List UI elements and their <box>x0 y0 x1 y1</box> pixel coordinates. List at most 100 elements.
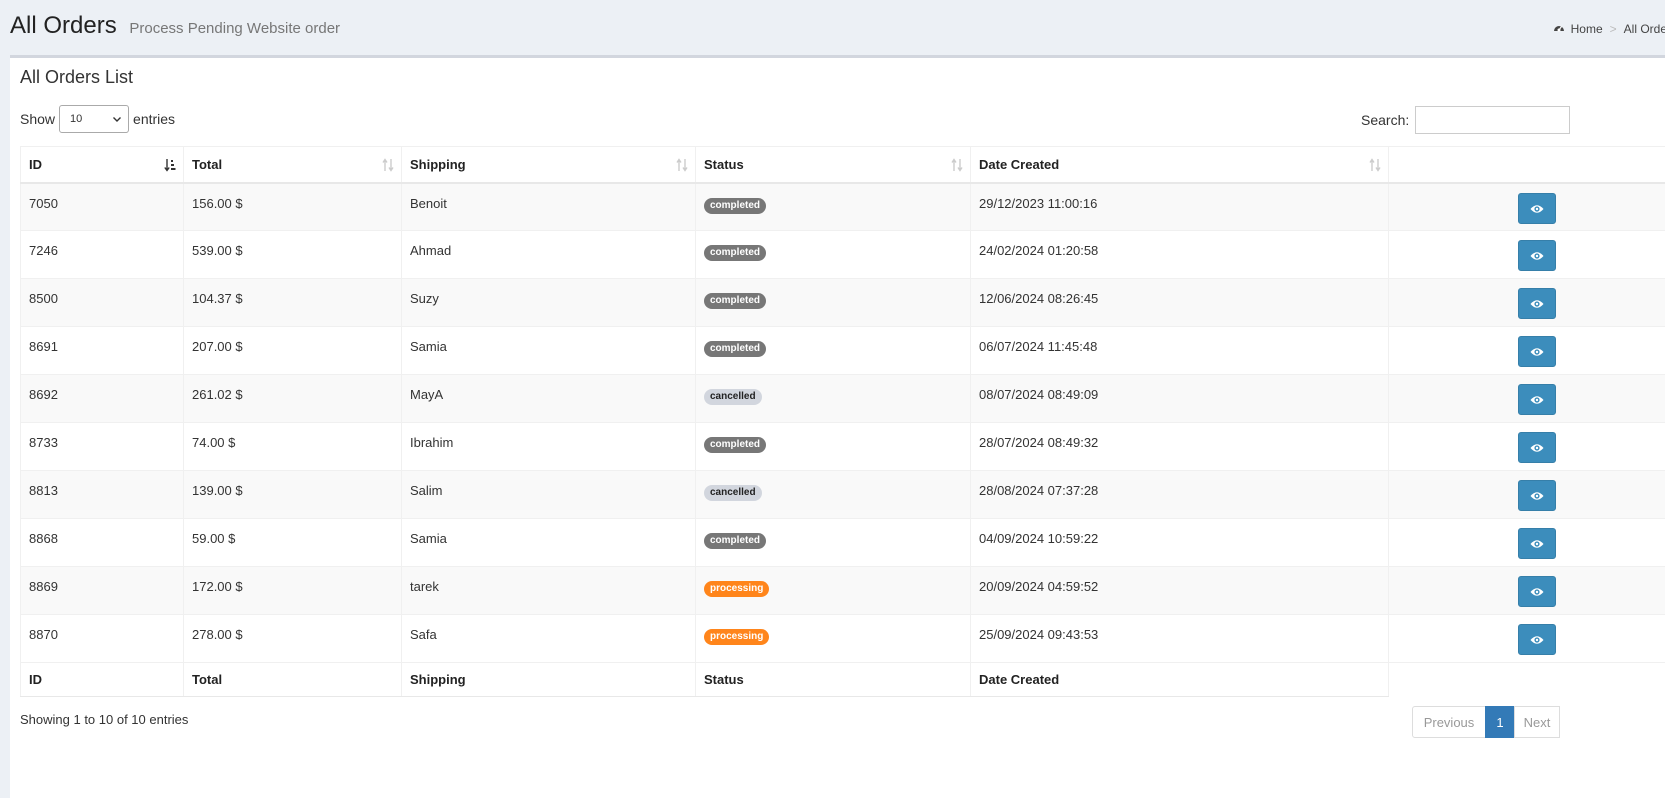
eye-icon <box>1530 588 1544 596</box>
page-title: All Orders Process Pending Website order <box>10 12 340 40</box>
cell-date-created: 08/07/2024 08:49:09 <box>970 374 1389 423</box>
table-row: 8868 59.00 $ Samia completed 04/09/2024 10:5… <box>20 518 1665 567</box>
cell-total: 261.02 $ <box>183 374 402 423</box>
status-badge: completed <box>704 245 767 261</box>
orders-table: ID Total Shipping Status Date Created 70… <box>20 146 1665 697</box>
cell-date-created: 24/02/2024 01:20:58 <box>970 230 1389 279</box>
table-row: 8813 139.00 $ Salim cancelled 28/08/2024 07:… <box>20 470 1665 519</box>
footer-status: Status <box>695 662 971 697</box>
status-badge: cancelled <box>704 485 762 501</box>
cell-actions <box>1388 566 1665 615</box>
cell-status: cancelled <box>695 470 971 519</box>
column-header-total[interactable]: Total <box>183 146 402 184</box>
status-badge: processing <box>704 581 770 597</box>
view-order-button[interactable] <box>1518 384 1556 415</box>
page-1-button[interactable]: 1 <box>1485 706 1515 738</box>
view-order-button[interactable] <box>1518 432 1556 463</box>
cell-id: 8813 <box>20 470 184 519</box>
table-row: 7246 539.00 $ Ahmad completed 24/02/2024 01:… <box>20 230 1665 279</box>
breadcrumb-home[interactable]: Home <box>1571 22 1603 36</box>
eye-icon <box>1530 348 1544 356</box>
cell-id: 7246 <box>20 230 184 279</box>
column-header-status[interactable]: Status <box>695 146 971 184</box>
cell-id: 8869 <box>20 566 184 615</box>
cell-actions <box>1388 470 1665 519</box>
footer-date-created: Date Created <box>970 662 1389 697</box>
box-title: All Orders List <box>20 67 134 87</box>
view-order-button[interactable] <box>1518 624 1556 655</box>
cell-shipping: tarek <box>401 566 696 615</box>
cell-total: 59.00 $ <box>183 518 402 567</box>
view-order-button[interactable] <box>1518 576 1556 607</box>
column-header-label: Date Created <box>979 156 1060 172</box>
dashboard-icon <box>1553 26 1564 32</box>
column-header-date-created[interactable]: Date Created <box>970 146 1389 184</box>
cell-id: 7050 <box>20 182 184 231</box>
view-order-button[interactable] <box>1518 480 1556 511</box>
entries-select-value: 10 <box>70 113 83 125</box>
cell-date-created: 12/06/2024 08:26:45 <box>970 278 1389 327</box>
orders-table-body: 7050 156.00 $ Benoit completed 29/12/2023 11… <box>20 182 1665 663</box>
next-page-button[interactable]: Next <box>1514 706 1560 738</box>
sort-icon <box>676 158 688 172</box>
column-header-label: Status <box>704 156 744 172</box>
cell-status: completed <box>695 518 971 567</box>
cell-id: 8500 <box>20 278 184 327</box>
table-row: 7050 156.00 $ Benoit completed 29/12/2023 11… <box>20 182 1665 231</box>
search-input[interactable] <box>1415 106 1571 134</box>
cell-date-created: 28/07/2024 08:49:32 <box>970 422 1389 471</box>
search-control: Search: <box>1361 106 1571 134</box>
column-header-actions[interactable] <box>1388 146 1665 184</box>
cell-shipping: Salim <box>401 470 696 519</box>
cell-date-created: 06/07/2024 11:45:48 <box>970 326 1389 375</box>
cell-total: 139.00 $ <box>183 470 402 519</box>
cell-status: processing <box>695 566 971 615</box>
table-row: 8500 104.37 $ Suzy completed 12/06/2024 08:2… <box>20 278 1665 327</box>
table-header-row: ID Total Shipping Status Date Created <box>20 146 1665 184</box>
table-info: Showing 1 to 10 of 10 entries <box>20 712 189 727</box>
cell-actions <box>1388 278 1665 327</box>
cell-status: processing <box>695 614 971 663</box>
cell-total: 539.00 $ <box>183 230 402 279</box>
column-header-label: Total <box>192 156 223 172</box>
column-header-label: Shipping <box>410 156 466 172</box>
view-order-button[interactable] <box>1518 192 1556 224</box>
view-order-button[interactable] <box>1518 528 1556 559</box>
previous-page-button[interactable]: Previous <box>1412 706 1486 738</box>
show-label: Show <box>20 111 56 127</box>
table-row: 8869 172.00 $ tarek processing 20/09/2024 04… <box>20 566 1665 615</box>
cell-status: completed <box>695 422 971 471</box>
eye-icon <box>1530 300 1544 308</box>
cell-id: 8868 <box>20 518 184 567</box>
view-order-button[interactable] <box>1518 336 1556 367</box>
view-order-button[interactable] <box>1518 288 1556 319</box>
footer-total: Total <box>183 662 402 697</box>
cell-total: 156.00 $ <box>183 182 402 231</box>
cell-actions <box>1388 614 1665 663</box>
cell-actions <box>1388 374 1665 423</box>
view-order-button[interactable] <box>1518 240 1556 271</box>
column-header-shipping[interactable]: Shipping <box>401 146 696 184</box>
column-header-id[interactable]: ID <box>20 146 184 184</box>
pagination: Previous 1 Next <box>1412 706 1560 738</box>
status-badge: completed <box>704 197 767 214</box>
status-badge: completed <box>704 341 767 357</box>
cell-shipping: Benoit <box>401 182 696 231</box>
page-subtitle: Process Pending Website order <box>129 20 341 37</box>
cell-shipping: MayA <box>401 374 696 423</box>
cell-shipping: Samia <box>401 518 696 567</box>
table-footer-row: ID Total Shipping Status Date Created <box>20 662 1665 697</box>
cell-status: completed <box>695 182 971 231</box>
content-header: All Orders Process Pending Website order… <box>0 0 1665 55</box>
eye-icon <box>1530 444 1544 452</box>
cell-id: 8691 <box>20 326 184 375</box>
breadcrumb: Home > All Order <box>1553 22 1665 36</box>
cell-actions <box>1388 182 1665 231</box>
entries-select[interactable]: 10 <box>59 105 130 133</box>
cell-id: 8733 <box>20 422 184 471</box>
eye-icon <box>1530 636 1544 644</box>
cell-actions <box>1388 518 1665 567</box>
cell-date-created: 28/08/2024 07:37:28 <box>970 470 1389 519</box>
status-badge: cancelled <box>704 389 762 405</box>
status-badge: completed <box>704 437 767 453</box>
